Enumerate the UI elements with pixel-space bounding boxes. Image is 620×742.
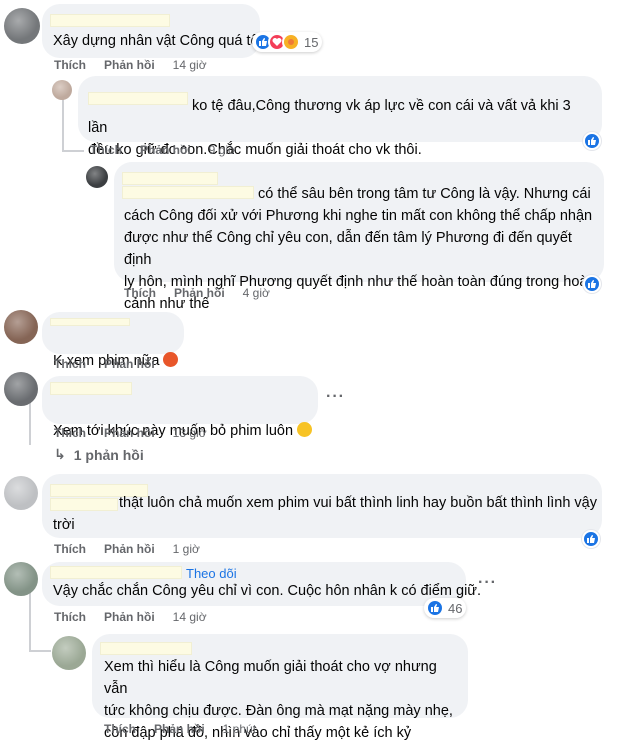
more-options-icon[interactable]: ···: [478, 574, 497, 592]
timestamp: 14 giờ: [172, 58, 207, 72]
reaction-summary[interactable]: 46: [424, 598, 467, 618]
like-button[interactable]: Thích: [90, 143, 122, 157]
avatar[interactable]: [4, 310, 38, 344]
more-options-icon[interactable]: ···: [326, 388, 345, 406]
like-button[interactable]: Thích: [54, 58, 86, 72]
avatar[interactable]: [4, 372, 38, 406]
timestamp: 14 giờ: [172, 610, 207, 624]
like-button[interactable]: Thích: [54, 357, 86, 371]
reaction-count: 46: [448, 600, 463, 616]
view-replies-link[interactable]: ↳ 1 phản hồi: [54, 446, 144, 463]
reply-button[interactable]: Phản hồi: [104, 426, 155, 440]
avatar[interactable]: [4, 562, 38, 596]
comment-actions: Thích Phản hồi 1 phút: [104, 722, 256, 736]
timestamp: 13 giờ: [172, 426, 207, 440]
reply-button[interactable]: Phản hồi: [104, 542, 155, 556]
reply-button[interactable]: Phản hồi: [104, 610, 155, 624]
redacted-name: [50, 382, 132, 395]
redacted-name: [50, 318, 130, 326]
avatar[interactable]: [4, 476, 38, 510]
avatar[interactable]: [52, 80, 72, 100]
comment-actions: Thích Phản hồi 13 giờ: [54, 426, 207, 440]
avatar[interactable]: [52, 636, 86, 670]
like-button[interactable]: Thích: [104, 722, 136, 736]
like-badge-icon: [583, 275, 601, 293]
like-button[interactable]: Thích: [54, 610, 86, 624]
reply-arrow-icon: ↳: [54, 446, 66, 462]
reply-button[interactable]: Phản hồi: [174, 286, 225, 300]
reply-button[interactable]: Phản hồi: [140, 143, 191, 157]
thread-line: [29, 590, 31, 650]
reaction-summary[interactable]: 15: [252, 32, 323, 52]
thread-line: [29, 650, 51, 652]
replies-count: 1 phản hồi: [73, 446, 144, 463]
like-badge-icon: [583, 132, 601, 150]
redacted-name: [100, 642, 192, 655]
like-button[interactable]: Thích: [54, 426, 86, 440]
care-reaction-icon: [282, 33, 300, 51]
like-reaction-icon: [426, 599, 444, 617]
like-button[interactable]: Thích: [54, 542, 86, 556]
like-badge-icon: [582, 530, 600, 548]
reaction-count: 15: [304, 34, 319, 50]
reply-button[interactable]: Phản hồi: [154, 722, 205, 736]
timestamp: 4 giờ: [242, 286, 270, 300]
comment-actions: Thích Phản hồi 1 giờ: [54, 542, 200, 556]
like-button[interactable]: Thích: [124, 286, 156, 300]
reply-button[interactable]: Phản hồi: [104, 357, 155, 371]
timestamp: 9 giờ: [208, 143, 236, 157]
comment-text: Vậy chắc chắn Công yêu chỉ vì con. Cuộc …: [53, 583, 482, 599]
comment-actions: Thích Phản hồi: [54, 357, 155, 371]
comment-actions: Thích Phản hồi 14 giờ: [54, 58, 207, 72]
emoji-icon: [297, 422, 313, 437]
comment-actions: Thích Phản hồi 14 giờ: [54, 610, 207, 624]
reply-button[interactable]: Phản hồi: [104, 58, 155, 72]
comment-actions: Thích Phản hồi 9 giờ: [90, 143, 236, 157]
timestamp: 1 phút: [222, 722, 257, 736]
comment-actions: Thích Phản hồi 4 giờ: [124, 286, 270, 300]
angry-emoji-icon: [163, 352, 179, 367]
redacted-name: [50, 14, 170, 27]
comment-text: thật luôn chả muốn xem phim vui bất thìn…: [53, 495, 597, 533]
comment-text: Xây dựng nhân vật Công quá tệ: [53, 33, 259, 49]
thread-line: [62, 150, 84, 152]
avatar[interactable]: [86, 166, 108, 188]
avatar[interactable]: [4, 8, 40, 44]
redacted-name: [50, 566, 182, 579]
timestamp: 1 giờ: [172, 542, 200, 556]
follow-link[interactable]: Theo dõi: [186, 566, 237, 581]
